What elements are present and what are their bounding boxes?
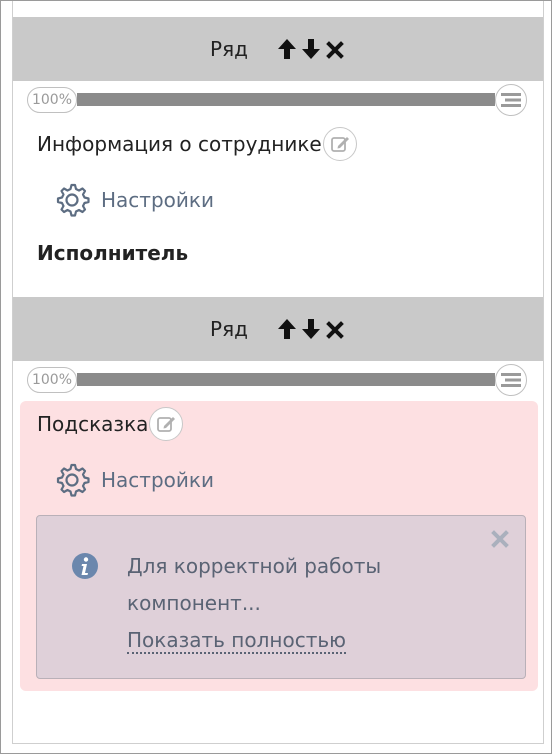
width-label: 100% bbox=[27, 367, 77, 393]
alert-message: Для корректной работы компонент... bbox=[127, 554, 382, 615]
show-full-link[interactable]: Показать полностью bbox=[127, 628, 346, 654]
arrow-up-icon[interactable] bbox=[276, 317, 298, 341]
settings-link[interactable]: Настройки bbox=[53, 461, 214, 499]
field-value: Исполнитель bbox=[37, 241, 189, 265]
row-title: Ряд bbox=[210, 37, 248, 61]
arrow-up-icon[interactable] bbox=[276, 37, 298, 61]
row-header[interactable]: Ряд bbox=[13, 297, 543, 361]
info-icon bbox=[72, 553, 98, 579]
edit-icon[interactable] bbox=[149, 407, 184, 441]
row-actions bbox=[276, 37, 346, 61]
column-width-bar: 100% bbox=[13, 361, 543, 397]
edit-icon[interactable] bbox=[322, 127, 357, 161]
arrow-down-icon[interactable] bbox=[300, 37, 322, 61]
settings-label: Настройки bbox=[101, 188, 214, 212]
width-handle[interactable] bbox=[495, 84, 527, 116]
editor-frame: Ряд 100% Информация о сотруднике Настрой… bbox=[0, 0, 552, 754]
row-title: Ряд bbox=[210, 317, 248, 341]
list-icon bbox=[501, 373, 521, 387]
row-actions bbox=[276, 317, 346, 341]
gear-icon bbox=[56, 463, 90, 497]
width-track[interactable] bbox=[77, 373, 495, 386]
field-label-text: Информация о сотруднике bbox=[37, 132, 322, 156]
column-width-bar: 100% bbox=[13, 81, 543, 117]
field-label: Информация о сотруднике bbox=[37, 127, 357, 161]
settings-link[interactable]: Настройки bbox=[53, 181, 214, 219]
field-label-text: Подсказка bbox=[37, 412, 149, 436]
close-icon[interactable] bbox=[324, 37, 346, 61]
hint-component[interactable]: Подсказка Настройки Для корректной работ… bbox=[20, 401, 538, 691]
settings-label: Настройки bbox=[101, 468, 214, 492]
alert-text: Для корректной работы компонент... Показ… bbox=[127, 548, 457, 659]
width-handle[interactable] bbox=[495, 364, 527, 396]
row-header[interactable]: Ряд bbox=[13, 17, 543, 81]
close-icon[interactable] bbox=[491, 530, 509, 548]
info-alert: Для корректной работы компонент... Показ… bbox=[36, 515, 526, 679]
width-track[interactable] bbox=[77, 93, 495, 106]
list-icon bbox=[501, 93, 521, 107]
gear-icon bbox=[56, 183, 90, 217]
width-label: 100% bbox=[27, 87, 77, 113]
close-icon[interactable] bbox=[324, 317, 346, 341]
arrow-down-icon[interactable] bbox=[300, 317, 322, 341]
form-canvas: Ряд 100% Информация о сотруднике Настрой… bbox=[12, 1, 544, 744]
field-label: Подсказка bbox=[37, 407, 184, 441]
